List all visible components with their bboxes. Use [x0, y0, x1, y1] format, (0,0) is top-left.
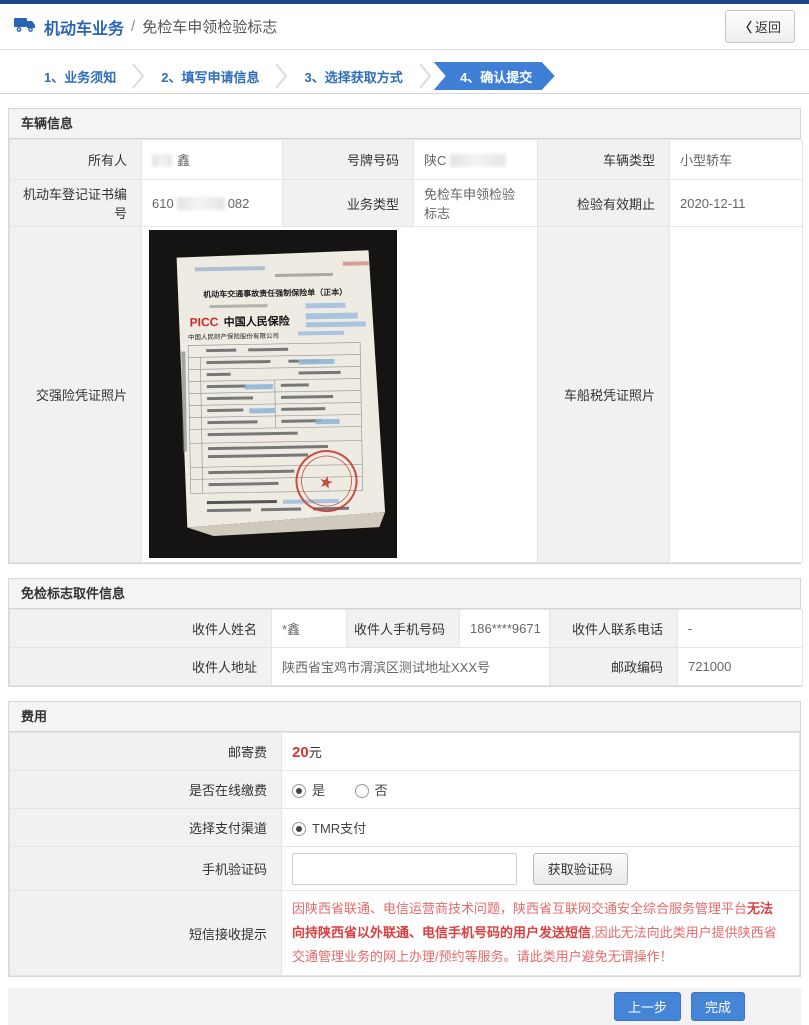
business-type-label: 业务类型	[282, 179, 414, 227]
insurance-photo: 机动车交通事故责任强制保险单（正本） PICC 中国人民保险 中国人民财产保险股…	[149, 230, 397, 558]
payment-channel-options: TMR支付	[281, 808, 800, 847]
table-row: 机动车登记证书编号 610 082 业务类型 免检车申领检验标志 检验有效期止 2…	[9, 179, 803, 227]
pickup-info-table: 收件人姓名 *鑫 收件人手机号码 186****9671 收件人联系电话 - 收…	[9, 609, 803, 686]
redaction-blur	[176, 196, 225, 210]
sms-tip-cell: 因陕西省联通、电信运营商技术问题，陕西省互联网交通安全综合服务管理平台无法向持陕…	[281, 889, 800, 977]
back-button[interactable]: 〈返回	[724, 10, 795, 43]
zip-code-label: 邮政编码	[549, 647, 678, 686]
sms-code-label: 手机验证码	[9, 846, 282, 891]
table-row: 手机验证码 获取验证码	[9, 846, 800, 891]
insurance-photo-label: 交强险凭证照片	[9, 226, 142, 563]
chevron-separator-icon	[132, 63, 145, 89]
vehicle-info-panel: 车辆信息 所有人 鑫 号牌号码 陕C 车辆类型 小型轿车 机动车登记证书编号 6…	[8, 108, 803, 564]
pickup-info-panel: 免检标志取件信息 收件人姓名 *鑫 收件人手机号码 186****9671 收件…	[8, 578, 803, 687]
truck-icon	[14, 17, 36, 36]
radio-tmr-pay[interactable]	[292, 822, 306, 836]
recipient-mobile-label: 收件人手机号码	[346, 609, 460, 648]
cert-number-value: 610 082	[141, 179, 283, 227]
owner-value: 鑫	[141, 139, 283, 180]
radio-online-yes[interactable]	[292, 784, 306, 798]
radio-online-no-label: 否	[374, 783, 388, 798]
pickup-info-title: 免检标志取件信息	[9, 579, 800, 609]
sms-code-cell: 获取验证码	[281, 846, 800, 891]
tab-step-4-active[interactable]: 4、确认提交	[434, 62, 555, 90]
action-bar: 上一步 完成	[8, 988, 801, 1025]
svg-text:中国人民保险: 中国人民保险	[224, 314, 291, 329]
insurance-photo-cell: 机动车交通事故责任强制保险单（正本） PICC 中国人民保险 中国人民财产保险股…	[141, 226, 538, 563]
recipient-name-value: *鑫	[271, 609, 347, 648]
online-payment-options: 是 否	[281, 770, 800, 809]
recipient-phone-label: 收件人联系电话	[549, 609, 678, 648]
recipient-phone-value: -	[677, 609, 803, 648]
back-button-label: 返回	[754, 20, 781, 35]
tab-step-3[interactable]: 3、选择获取方式	[304, 67, 402, 86]
page-title: 机动车业务	[44, 20, 125, 38]
table-row: 选择支付渠道 TMR支付	[9, 808, 800, 847]
radio-online-no[interactable]	[354, 784, 369, 798]
valid-until-label: 检验有效期止	[537, 179, 670, 227]
fees-title: 费用	[9, 702, 800, 732]
svg-text:PICC: PICC	[190, 315, 219, 330]
previous-step-button[interactable]: 上一步	[613, 992, 681, 1022]
recipient-name-label: 收件人姓名	[9, 609, 272, 648]
finish-button[interactable]: 完成	[690, 992, 745, 1022]
vehicle-type-label: 车辆类型	[537, 139, 670, 180]
radio-online-yes-label: 是	[312, 783, 326, 798]
recipient-mobile-value: 186****9671	[459, 609, 550, 648]
vehicle-type-value: 小型轿车	[669, 139, 803, 180]
tab-step-1[interactable]: 1、业务须知	[44, 67, 116, 86]
valid-until-value: 2020-12-11	[669, 179, 803, 227]
table-row: 收件人姓名 *鑫 收件人手机号码 186****9671 收件人联系电话 -	[9, 609, 803, 648]
vehicle-info-title: 车辆信息	[9, 109, 800, 139]
sms-tip-label: 短信接收提示	[9, 889, 282, 977]
zip-code-value: 721000	[677, 647, 803, 686]
recipient-address-value: 陕西省宝鸡市渭滨区测试地址XXX号	[271, 647, 550, 686]
get-code-button[interactable]: 获取验证码	[532, 852, 628, 885]
redaction-blur	[450, 154, 507, 167]
owner-label: 所有人	[9, 139, 142, 180]
table-row: 是否在线缴费 是 否	[9, 770, 800, 809]
page-subtitle: 免检车申领检验标志	[142, 19, 278, 36]
redaction-blur	[152, 154, 172, 167]
back-chevron-icon: 〈	[738, 20, 752, 35]
fees-table: 邮寄费 20元 是否在线缴费 是 否 选择支付渠道 TMR支付 手机验证码 获取…	[9, 732, 800, 977]
online-payment-label: 是否在线缴费	[9, 770, 282, 809]
step-tabs: 1、业务须知 2、填写申请信息 3、选择获取方式 4、确认提交	[0, 59, 809, 94]
cert-number-label: 机动车登记证书编号	[9, 179, 142, 227]
postage-value: 20元	[281, 732, 800, 771]
chevron-separator-icon	[418, 63, 432, 89]
payment-channel-label: 选择支付渠道	[9, 808, 282, 847]
sms-code-input[interactable]	[292, 852, 517, 885]
page-header: 机动车业务 / 免检车申领检验标志 〈返回	[0, 4, 809, 50]
table-row: 所有人 鑫 号牌号码 陕C 车辆类型 小型轿车	[9, 139, 803, 180]
radio-tmr-pay-label: TMR支付	[312, 821, 367, 836]
table-row: 邮寄费 20元	[9, 732, 800, 771]
tax-photo-label: 车船税凭证照片	[537, 226, 670, 563]
breadcrumb-separator: /	[131, 18, 136, 35]
postage-label: 邮寄费	[9, 732, 282, 771]
fees-panel: 费用 邮寄费 20元 是否在线缴费 是 否 选择支付渠道 TMR支付 手机验证码	[8, 701, 801, 978]
sms-tip-text: 因陕西省联通、电信运营商技术问题，陕西省互联网交通安全综合服务管理平台无法向持陕…	[292, 901, 777, 965]
plate-value: 陕C	[413, 139, 538, 180]
tax-photo-cell-empty	[669, 226, 803, 563]
recipient-address-label: 收件人地址	[9, 647, 272, 686]
plate-label: 号牌号码	[282, 139, 414, 180]
vehicle-info-table: 所有人 鑫 号牌号码 陕C 车辆类型 小型轿车 机动车登记证书编号 610 082…	[9, 139, 803, 563]
postage-amount: 20	[292, 744, 309, 761]
postage-unit: 元	[308, 745, 322, 760]
table-row: 交强险凭证照片 机动车交通事故责任强制保险单（正本） PICC 中国人民保险 中…	[9, 226, 803, 563]
business-type-value: 免检车申领检验标志	[413, 179, 538, 227]
table-row: 收件人地址 陕西省宝鸡市渭滨区测试地址XXX号 邮政编码 721000	[9, 647, 803, 686]
table-row: 短信接收提示 因陕西省联通、电信运营商技术问题，陕西省互联网交通安全综合服务管理…	[9, 889, 800, 977]
tab-step-2[interactable]: 2、填写申请信息	[161, 67, 259, 86]
chevron-separator-icon	[275, 63, 288, 89]
